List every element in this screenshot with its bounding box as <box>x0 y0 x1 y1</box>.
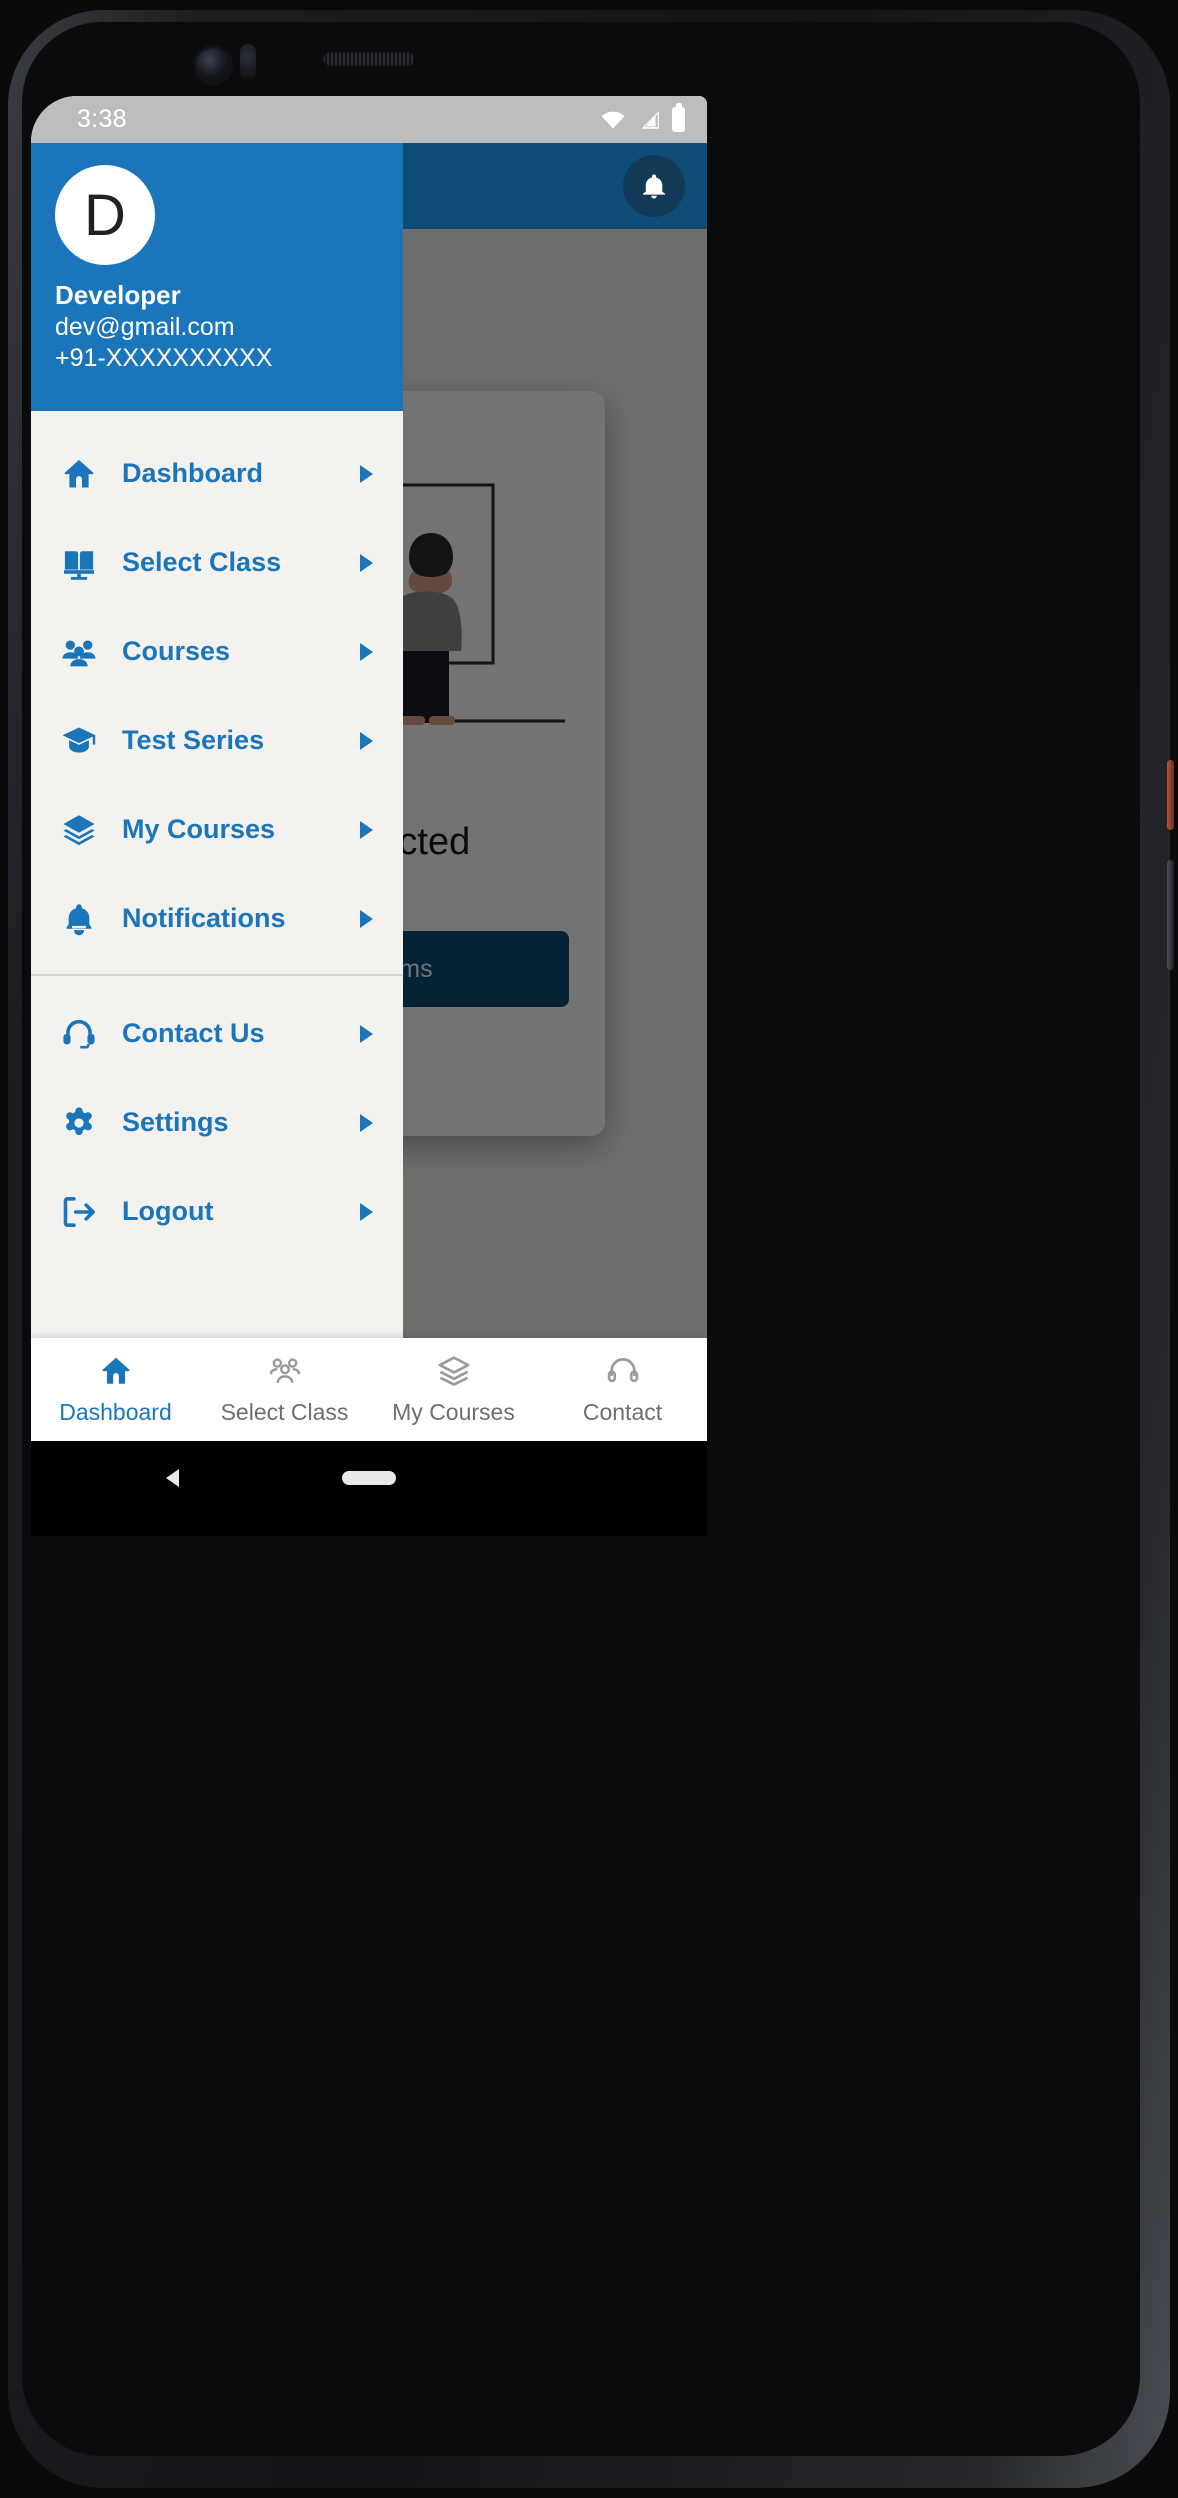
gear-icon <box>61 1105 107 1141</box>
layers-icon <box>61 812 107 848</box>
open-book-icon <box>61 545 107 581</box>
front-camera <box>196 48 230 82</box>
sidebar-item-label: Contact Us <box>122 1018 265 1048</box>
phone-screen: 3:38 D Developer dev@gmail.com +91-XXXXX… <box>31 96 707 1441</box>
sidebar-item-notifications[interactable]: Notifications <box>31 874 403 963</box>
bottom-nav-select-class[interactable]: Select Class <box>200 1338 369 1441</box>
back-triangle-icon[interactable] <box>166 1469 179 1487</box>
headset-icon <box>606 1354 640 1393</box>
sidebar-item-contact-us[interactable]: Contact Us <box>31 989 403 1078</box>
sidebar-item-dashboard[interactable]: Dashboard <box>31 429 403 518</box>
bottom-nav-label: Contact <box>582 1398 663 1425</box>
bottom-nav-dashboard[interactable]: Dashboard <box>31 1338 200 1441</box>
sidebar-item-select-class[interactable]: Select Class <box>31 518 403 607</box>
home-icon <box>99 1354 133 1393</box>
logout-icon <box>61 1194 107 1230</box>
sidebar-item-test-series[interactable]: Test Series <box>31 696 403 785</box>
sensor-lens <box>240 44 256 80</box>
headset-icon <box>61 1016 107 1052</box>
earpiece-speaker <box>323 52 415 66</box>
layers-icon <box>437 1354 471 1393</box>
chevron-right-icon <box>360 464 373 483</box>
chevron-right-icon <box>360 642 373 661</box>
profile-name: Developer <box>55 280 181 310</box>
profile-phone: +91-XXXXXXXXXX <box>55 343 273 372</box>
sidebar-item-label: Dashboard <box>122 458 264 488</box>
chevron-right-icon <box>360 820 373 839</box>
cellular-signal-icon <box>637 110 661 130</box>
profile-email: dev@gmail.com <box>55 312 235 341</box>
bottom-nav-my-courses[interactable]: My Courses <box>369 1338 538 1441</box>
notification-bell-button[interactable] <box>623 155 685 217</box>
sidebar-item-label: Settings <box>122 1107 229 1137</box>
sidebar-item-settings[interactable]: Settings <box>31 1078 403 1167</box>
bottom-nav-label: Select Class <box>220 1398 349 1425</box>
home-icon <box>61 456 107 492</box>
people-group-icon <box>61 634 107 670</box>
bottom-navigation: Dashboard Select Class My Courses Contac… <box>31 1338 707 1441</box>
drawer-profile-header: D Developer dev@gmail.com +91-XXXXXXXXXX <box>31 143 403 411</box>
status-icons <box>600 103 685 132</box>
people-group-icon <box>268 1354 302 1393</box>
sidebar-item-label: Select Class <box>122 547 282 577</box>
bottom-nav-label: Dashboard <box>59 1398 172 1425</box>
chevron-right-icon <box>360 731 373 750</box>
phone-device: 3:38 D Developer dev@gmail.com +91-XXXXX… <box>0 0 1178 2498</box>
home-pill-indicator[interactable] <box>342 1471 396 1485</box>
status-time: 3:38 <box>77 105 127 133</box>
avatar: D <box>55 165 155 265</box>
drawer-menu: Dashboard Select Class Courses Test Seri… <box>31 411 403 1341</box>
sidebar-item-logout[interactable]: Logout <box>31 1167 403 1256</box>
power-button[interactable] <box>1167 760 1174 830</box>
chevron-right-icon <box>360 1113 373 1132</box>
sidebar-item-label: Logout <box>122 1196 214 1226</box>
sidebar-item-label: Courses <box>122 636 231 666</box>
sidebar-item-label: Test Series <box>122 725 265 755</box>
battery-icon <box>672 103 685 132</box>
volume-button[interactable] <box>1167 860 1174 970</box>
graduation-cap-icon <box>61 723 107 759</box>
drawer-divider <box>31 974 403 976</box>
sidebar-item-label: Notifications <box>122 903 286 933</box>
sidebar-item-label: My Courses <box>122 814 276 844</box>
bottom-nav-label: My Courses <box>392 1398 515 1425</box>
android-system-nav <box>31 1441 707 1515</box>
wifi-icon <box>600 110 626 130</box>
chevron-right-icon <box>360 1202 373 1221</box>
navigation-drawer: D Developer dev@gmail.com +91-XXXXXXXXXX… <box>31 143 403 1341</box>
sidebar-item-courses[interactable]: Courses <box>31 607 403 696</box>
chevron-right-icon <box>360 553 373 572</box>
chevron-right-icon <box>360 909 373 928</box>
status-bar: 3:38 <box>31 96 707 143</box>
bell-icon <box>61 901 107 937</box>
sidebar-item-my-courses[interactable]: My Courses <box>31 785 403 874</box>
chevron-right-icon <box>360 1024 373 1043</box>
bottom-nav-contact[interactable]: Contact <box>538 1338 707 1441</box>
bell-icon <box>643 174 665 199</box>
